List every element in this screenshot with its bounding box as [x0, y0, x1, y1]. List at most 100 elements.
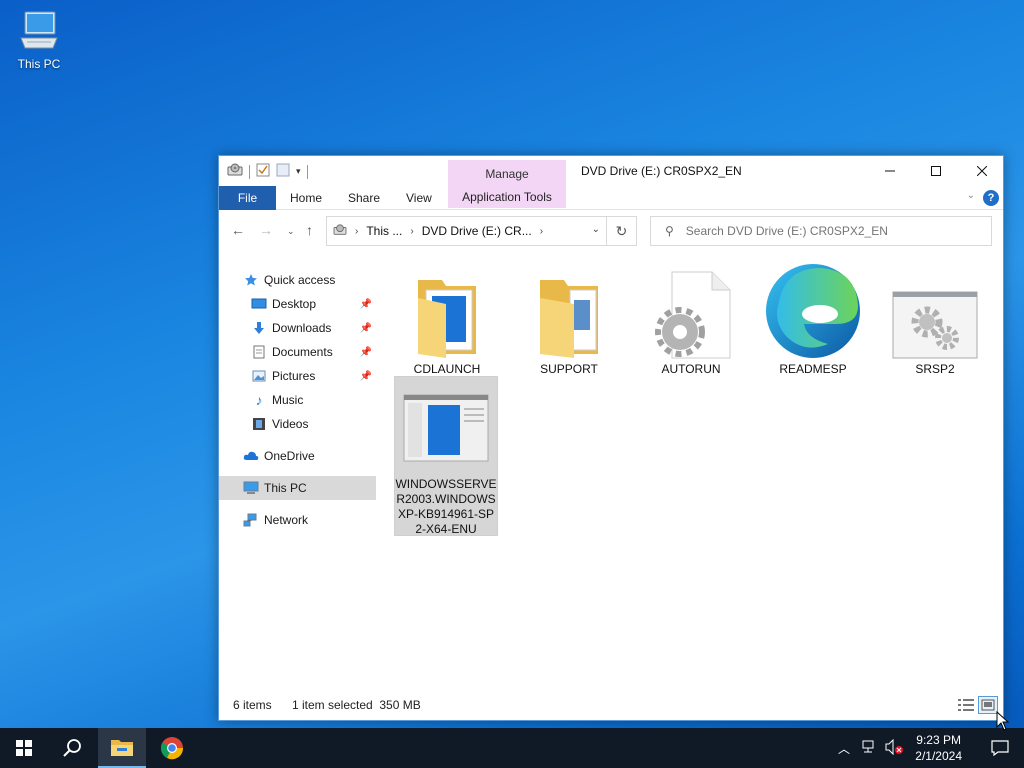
breadcrumb-dvd-drive[interactable]: DVD Drive (E:) CR... [422, 224, 532, 238]
sidebar-item-label: Music [272, 393, 304, 407]
tab-file[interactable]: File [219, 186, 276, 210]
help-icon[interactable]: ? [983, 190, 999, 206]
recent-locations-chevron-icon[interactable]: ⌄ [287, 226, 295, 237]
file-name: SUPPORT [540, 362, 598, 376]
taskbar-file-explorer[interactable] [98, 728, 146, 768]
windows-logo-icon [16, 740, 32, 756]
search-box[interactable]: ⚲ [650, 216, 992, 246]
installer-icon [403, 394, 489, 462]
file-item-support[interactable]: SUPPORT [517, 264, 621, 377]
maximize-button[interactable] [913, 156, 959, 186]
desktop-icon-this-pc[interactable]: This PC [10, 8, 68, 71]
computer-icon [20, 11, 58, 49]
sidebar-item-label: Network [264, 513, 309, 527]
sidebar-item-onedrive[interactable]: OneDrive [243, 444, 400, 468]
status-selection: 1 item selected 350 MB [292, 698, 421, 712]
edge-icon [766, 264, 860, 358]
taskbar: ︿ 9:23 PM 2/1/2024 [0, 728, 1024, 768]
action-center-button[interactable] [976, 728, 1024, 768]
address-bar[interactable]: › This ... › DVD Drive (E:) CR... › ⌄ [326, 216, 607, 246]
taskbar-chrome[interactable] [148, 728, 196, 768]
drive-icon[interactable] [227, 163, 243, 180]
breadcrumb-chevron-icon[interactable]: › [540, 226, 543, 237]
minimize-button[interactable] [867, 156, 913, 186]
sidebar-item-videos[interactable]: Videos [251, 412, 376, 436]
search-input[interactable] [685, 224, 976, 238]
file-item-kb914961-installer[interactable]: WINDOWSSERVE R2003.WINDOWS XP-KB914961-S… [394, 376, 498, 536]
details-view-button[interactable] [956, 696, 976, 714]
network-status-icon[interactable] [860, 740, 876, 757]
file-item-srsp2[interactable]: SRSP2 [883, 264, 987, 377]
sidebar-item-network[interactable]: Network [243, 508, 400, 532]
refresh-button[interactable]: ↻ [607, 216, 637, 246]
notification-icon [991, 740, 1009, 756]
tab-share[interactable]: Share [334, 186, 394, 210]
navigation-pane: Quick access Desktop 📌 Downloads 📌 Docum… [219, 266, 379, 690]
status-bar: 6 items 1 item selected 350 MB [219, 690, 1003, 720]
navigation-bar: ← → ⌄ ↑ › This ... › DVD Drive (E:) CR..… [219, 210, 1003, 252]
sidebar-item-label: Pictures [272, 369, 316, 383]
tab-home[interactable]: Home [276, 186, 336, 210]
mouse-cursor-icon [996, 711, 1010, 731]
sidebar-item-pictures[interactable]: Pictures 📌 [251, 364, 376, 388]
large-icons-view-button[interactable] [978, 696, 998, 714]
file-item-cdlaunch[interactable]: CDLAUNCH [395, 264, 499, 377]
film-icon [251, 416, 267, 432]
sidebar-item-downloads[interactable]: Downloads 📌 [251, 316, 376, 340]
search-button[interactable] [48, 728, 96, 768]
file-name: WINDOWSSERVE R2003.WINDOWS XP-KB914961-S… [395, 477, 497, 537]
sidebar-item-desktop[interactable]: Desktop 📌 [251, 292, 376, 316]
music-note-icon: ♪ [255, 392, 263, 408]
new-folder-icon[interactable] [276, 163, 290, 180]
file-name-line: R2003.WINDOWS [396, 492, 496, 506]
forward-arrow-icon[interactable]: → [259, 222, 273, 238]
file-item-autorun[interactable]: AUTORUN [639, 264, 743, 377]
expand-ribbon-chevron-icon[interactable]: ⌄ [967, 190, 975, 201]
pin-icon[interactable]: 📌 [360, 323, 372, 334]
start-button[interactable] [0, 728, 48, 768]
chrome-icon [160, 737, 184, 760]
minimize-icon [885, 170, 895, 172]
sidebar-item-label: Desktop [272, 297, 317, 311]
document-icon [251, 344, 267, 360]
sidebar-item-music[interactable]: ♪ Music [251, 388, 376, 412]
settings-file-icon [655, 271, 731, 359]
pin-icon[interactable]: 📌 [360, 371, 372, 382]
close-button[interactable] [959, 156, 1005, 186]
volume-muted-icon[interactable] [884, 738, 904, 758]
star-icon [243, 272, 259, 288]
toolbar-separator [306, 164, 308, 179]
taskbar-clock[interactable]: 9:23 PM 2/1/2024 [915, 732, 962, 764]
up-arrow-icon[interactable]: ↑ [306, 222, 313, 238]
desktop-icon-label: This PC [17, 57, 61, 71]
customize-toolbar-chevron-icon[interactable]: ▾ [296, 166, 301, 177]
properties-icon[interactable] [256, 163, 270, 180]
folder-icon [418, 280, 476, 358]
file-name: SRSP2 [915, 362, 955, 376]
sidebar-item-documents[interactable]: Documents 📌 [251, 340, 376, 364]
file-item-readmesp[interactable]: READMESP [761, 264, 865, 377]
breadcrumb-chevron-icon[interactable]: › [410, 226, 413, 237]
window-title: DVD Drive (E:) CR0SPX2_EN [581, 164, 742, 178]
desktop-icon [251, 296, 267, 312]
sidebar-item-label: Quick access [264, 273, 336, 287]
tab-application-tools[interactable]: Application Tools [448, 186, 566, 208]
sidebar-item-this-pc[interactable]: This PC [219, 476, 376, 500]
pin-icon[interactable]: 📌 [360, 299, 372, 310]
show-hidden-icons-chevron-icon[interactable]: ︿ [838, 740, 850, 757]
file-name: AUTORUN [661, 362, 721, 376]
file-name-line: XP-KB914961-SP [397, 507, 495, 521]
pin-icon[interactable]: 📌 [360, 347, 372, 358]
status-item-count: 6 items [233, 698, 272, 712]
back-arrow-icon[interactable]: ← [231, 222, 245, 238]
sidebar-item-label: Downloads [272, 321, 332, 335]
tab-view[interactable]: View [392, 186, 446, 210]
tab-manage[interactable]: Manage [448, 160, 566, 188]
sidebar-item-quick-access[interactable]: Quick access [243, 268, 400, 292]
breadcrumb-this-pc[interactable]: This ... [366, 224, 402, 238]
sidebar-item-label: Videos [272, 417, 309, 431]
toolbar-separator [249, 164, 250, 179]
address-dropdown-chevron-icon[interactable]: ⌄ [592, 224, 600, 235]
close-icon [977, 166, 987, 176]
cloud-icon [243, 448, 259, 464]
